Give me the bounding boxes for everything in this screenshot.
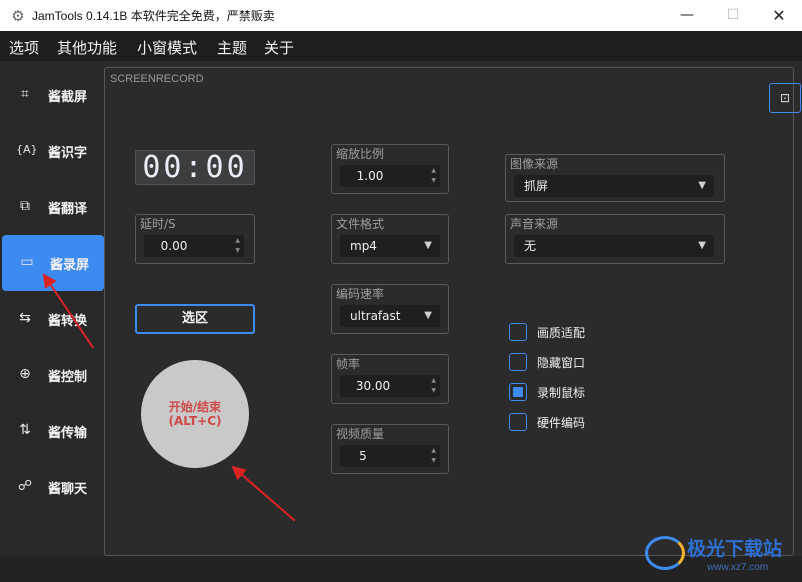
checkbox-box[interactable] [509, 413, 527, 431]
sidebar-item-label: 酱控制 [48, 370, 88, 385]
spin-arrows-icon[interactable]: ▲ ▼ [235, 236, 240, 256]
screenrecord-panel: SCREENRECORD ⊡ 00:00 延时/S 0.00 ▲ ▼ 选区 开始/… [104, 67, 801, 556]
delay-group: 延时/S 0.00 ▲ ▼ [135, 214, 255, 264]
sidebar-item-label: 酱录屏 [50, 258, 90, 273]
quality-spinbox[interactable]: 5 ▲ ▼ [340, 445, 440, 467]
menu-mini-window-mode[interactable]: 小窗模式 [137, 37, 197, 58]
sidebar-item-control[interactable]: ⊕ 酱控制 [0, 347, 104, 403]
menu-about[interactable]: 关于 [264, 37, 294, 58]
sidebar-item-label: 酱聊天 [48, 482, 88, 497]
format-label: 文件格式 [336, 217, 385, 231]
format-group: 文件格式 mp4 ▼ [331, 214, 449, 264]
main-area: SCREENRECORD ⊡ 00:00 延时/S 0.00 ▲ ▼ 选区 开始/… [104, 61, 802, 556]
sidebar-item-label: 酱截屏 [48, 90, 88, 105]
watermark-logo-icon [645, 536, 685, 570]
watermark: 极光下载站 www.xz7.com [645, 530, 800, 580]
text-recognition-icon: {A} [16, 143, 38, 156]
scale-group: 缩放比例 1.00 ▲ ▼ [331, 144, 449, 194]
scale-spinbox[interactable]: 1.00 ▲ ▼ [340, 165, 440, 187]
watermark-url: www.xz7.com [707, 562, 769, 573]
spin-arrows-icon[interactable]: ▲ ▼ [431, 446, 436, 466]
maximize-button[interactable]: ☐ [710, 0, 756, 31]
start-stop-button[interactable]: 开始/结束 (ALT+C) [141, 360, 249, 468]
minimize-button[interactable]: — [664, 0, 710, 31]
spin-arrows-icon[interactable]: ▲ ▼ [431, 376, 436, 396]
pin-icon: ⊡ [779, 91, 791, 105]
checkbox-box[interactable] [509, 353, 527, 371]
sidebar-item-label: 酱传输 [48, 426, 88, 441]
preset-value: ultrafast [350, 309, 401, 323]
delay-spinbox[interactable]: 0.00 ▲ ▼ [144, 235, 244, 257]
window-title: JamTools 0.14.1B 本软件完全免费，严禁贩卖 [32, 9, 275, 23]
translate-icon: ⧉ [20, 198, 30, 214]
chevron-down-icon: ▼ [698, 240, 706, 251]
sidebar-item-ocr[interactable]: {A} 酱识字 [0, 123, 104, 179]
preset-select[interactable]: ultrafast ▼ [340, 305, 440, 327]
control-icon: ⊕ [19, 366, 31, 382]
menu-theme[interactable]: 主题 [217, 37, 247, 58]
image-source-label: 图像来源 [510, 157, 559, 171]
menu-other-functions[interactable]: 其他功能 [57, 37, 117, 58]
quality-group: 视频质量 5 ▲ ▼ [331, 424, 449, 474]
transfer-icon: ⇅ [19, 422, 31, 438]
delay-label: 延时/S [140, 217, 176, 231]
image-source-value: 抓屏 [524, 179, 549, 193]
start-stop-label: 开始/结束 [168, 400, 222, 414]
format-value: mp4 [350, 239, 377, 253]
checkbox-label: 录制鼠标 [537, 386, 586, 400]
select-area-button[interactable]: 选区 [135, 304, 255, 334]
menu-bar: 选项 其他功能 小窗模式 主题 关于 [0, 31, 802, 61]
audio-source-label: 声音来源 [510, 217, 559, 231]
sidebar-item-label: 酱识字 [48, 146, 88, 161]
fps-group: 帧率 30.00 ▲ ▼ [331, 354, 449, 404]
image-source-select[interactable]: 抓屏 ▼ [514, 175, 714, 197]
fps-value: 30.00 [355, 379, 391, 393]
start-stop-shortcut: (ALT+C) [168, 414, 222, 428]
app-gear-icon: ⚙ [11, 7, 25, 25]
sidebar-item-transfer[interactable]: ⇅ 酱传输 [0, 403, 104, 459]
record-timer: 00:00 [135, 150, 255, 185]
preset-group: 编码速率 ultrafast ▼ [331, 284, 449, 334]
sidebar-item-chat[interactable]: ☍ 酱聊天 [0, 459, 104, 515]
quality-label: 视频质量 [336, 427, 385, 441]
sidebar-item-label: 酱翻译 [48, 202, 88, 217]
spin-arrows-icon[interactable]: ▲ ▼ [431, 166, 436, 186]
checkbox-label: 画质适配 [537, 326, 586, 340]
audio-source-value: 无 [524, 239, 537, 253]
sidebar-item-translate[interactable]: ⧉ 酱翻译 [0, 179, 104, 235]
audio-source-group: 声音来源 无 ▼ [505, 214, 725, 264]
chevron-down-icon: ▼ [698, 180, 706, 191]
sidebar: ⌗ 酱截屏 {A} 酱识字 ⧉ 酱翻译 ▭ 酱录屏 ⇆ 酱转换 ⊕ 酱控制 ⇅ … [0, 61, 104, 582]
convert-icon: ⇆ [19, 310, 31, 326]
video-camera-icon: ▭ [20, 254, 34, 270]
title-bar: ⚙ JamTools 0.14.1B 本软件完全免费，严禁贩卖 — ☐ ✕ [0, 0, 802, 31]
crop-icon: ⌗ [21, 86, 29, 102]
pin-window-button[interactable]: ⊡ [769, 83, 801, 113]
checkbox-label: 隐藏窗口 [537, 356, 586, 370]
sidebar-item-screenshot[interactable]: ⌗ 酱截屏 [0, 67, 104, 123]
checkbox-box[interactable] [509, 323, 527, 341]
chevron-down-icon: ▼ [424, 310, 432, 321]
scale-label: 缩放比例 [336, 147, 385, 161]
fps-label: 帧率 [336, 357, 361, 371]
checkbox-box-checked[interactable] [509, 383, 527, 401]
audio-source-select[interactable]: 无 ▼ [514, 235, 714, 257]
quality-value: 5 [359, 449, 367, 463]
close-button[interactable]: ✕ [756, 0, 802, 31]
menu-options[interactable]: 选项 [9, 37, 39, 58]
fps-spinbox[interactable]: 30.00 ▲ ▼ [340, 375, 440, 397]
image-source-group: 图像来源 抓屏 ▼ [505, 154, 725, 202]
checkbox-label: 硬件编码 [537, 416, 586, 430]
format-select[interactable]: mp4 ▼ [340, 235, 440, 257]
preset-label: 编码速率 [336, 287, 385, 301]
panel-title: SCREENRECORD [110, 73, 204, 85]
chevron-down-icon: ▼ [424, 240, 432, 251]
watermark-text: 极光下载站 [687, 538, 783, 560]
chat-icon: ☍ [17, 478, 33, 494]
delay-value: 0.00 [160, 239, 188, 253]
scale-value: 1.00 [356, 169, 384, 183]
